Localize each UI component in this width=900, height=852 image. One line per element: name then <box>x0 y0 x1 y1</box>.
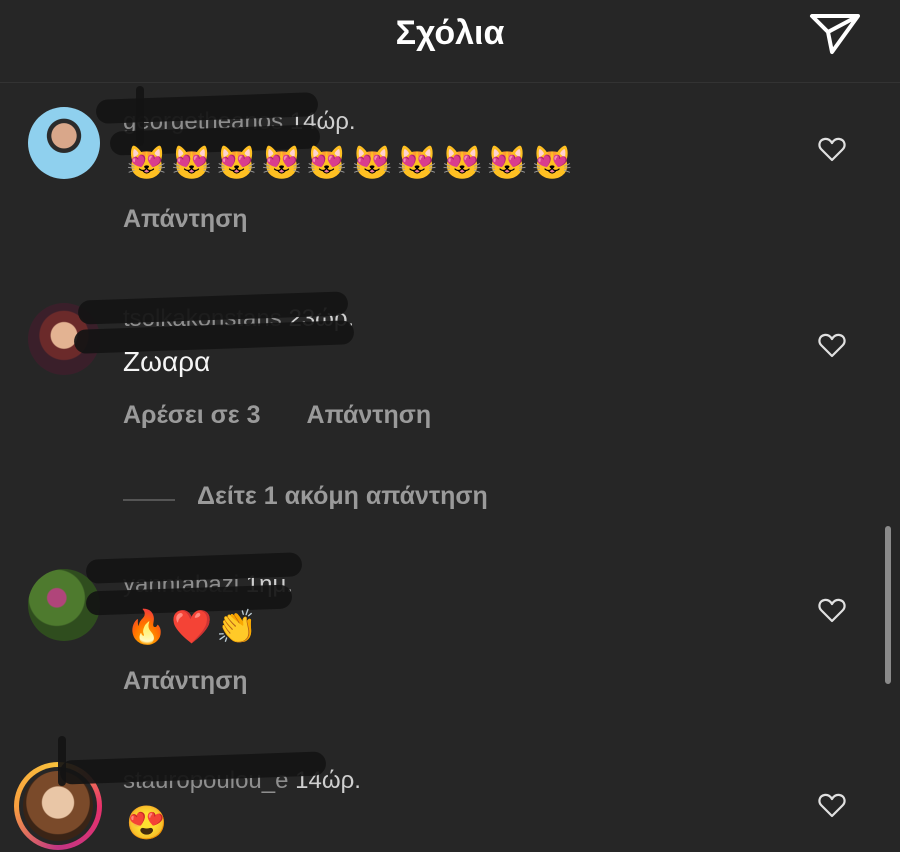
scrollbar[interactable] <box>885 526 891 684</box>
likes-count-button[interactable]: Αρέσει σε 3 <box>123 401 260 429</box>
heart-icon[interactable] <box>818 136 846 162</box>
send-icon[interactable] <box>808 10 862 56</box>
avatar[interactable] <box>28 107 100 179</box>
heart-icon[interactable] <box>818 792 846 818</box>
comment-emoji: 🔥❤️👏 <box>126 608 262 645</box>
view-more-replies-label[interactable]: Δείτε 1 ακόμη απάντηση <box>197 482 488 511</box>
comments-header: Σχόλια <box>0 0 900 83</box>
page-title: Σχόλια <box>395 14 505 52</box>
divider <box>123 499 175 501</box>
reply-button[interactable]: Απάντηση <box>123 667 248 695</box>
heart-icon[interactable] <box>818 332 846 358</box>
comment-emoji: 😻😻😻😻😻😻😻😻😻😻 <box>126 144 577 181</box>
reply-button[interactable]: Απάντηση <box>123 205 248 233</box>
heart-icon[interactable] <box>818 597 846 623</box>
reply-button[interactable]: Απάντηση <box>307 401 432 429</box>
comment-emoji: 😍 <box>126 804 172 841</box>
comment-text: Ζωαρα <box>123 346 211 377</box>
redaction-mark <box>73 320 355 354</box>
redaction-mark <box>58 736 66 786</box>
